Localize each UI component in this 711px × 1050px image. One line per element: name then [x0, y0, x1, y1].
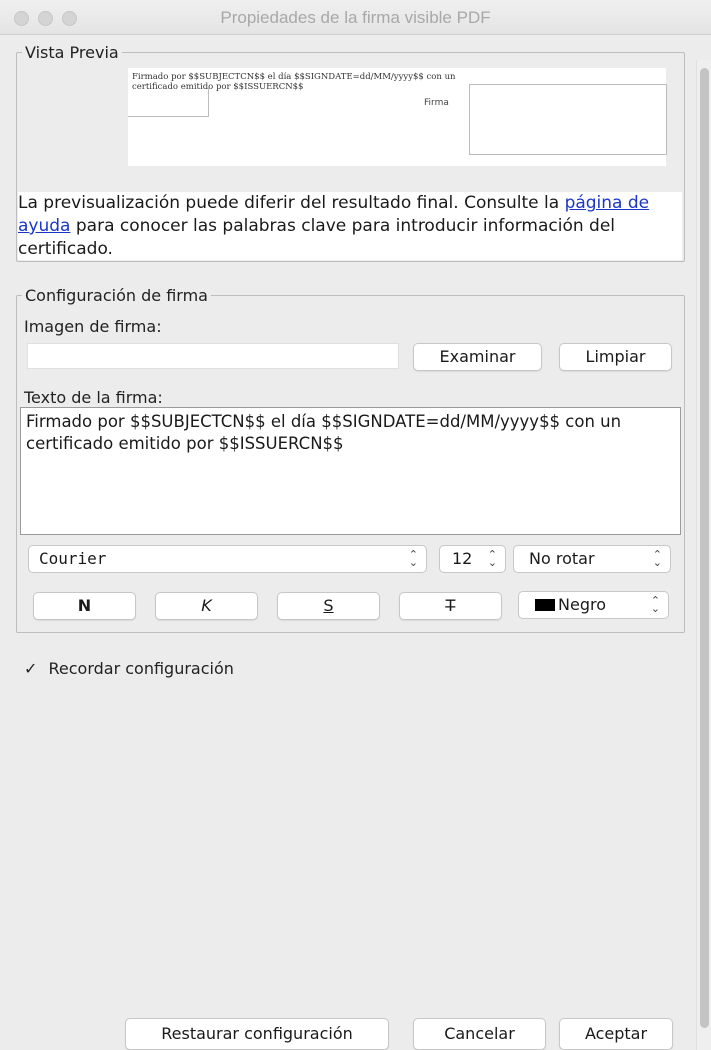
clear-button[interactable]: Limpiar — [559, 343, 672, 371]
bold-button[interactable]: N — [33, 592, 136, 620]
strikethrough-button[interactable]: T̶ — [399, 592, 502, 620]
note-text: La previsualización puede diferir del re… — [18, 193, 565, 213]
config-legend: Configuración de firma — [22, 286, 211, 305]
color-select[interactable]: Negro ⌃ ⌄ — [518, 591, 669, 619]
window-title: Propiedades de la firma visible PDF — [220, 8, 491, 27]
checkmark-icon: ✓ — [24, 659, 38, 678]
font-size-value: 12 — [452, 549, 473, 568]
browse-button[interactable]: Examinar — [413, 343, 542, 371]
font-select-value: Courier — [39, 549, 107, 568]
vertical-scrollbar[interactable] — [696, 60, 711, 1050]
signature-preview: Firmado por $$SUBJECTCN$$ el día $$SIGND… — [128, 68, 667, 166]
scrollbar-thumb[interactable] — [700, 68, 709, 1028]
remember-config-label: Recordar configuración — [48, 659, 234, 678]
preview-line-1: Firmado por $$SUBJECTCN$$ el día $$SIGND… — [132, 72, 456, 82]
updown-chevron-icon: ⌃ ⌄ — [652, 548, 662, 569]
preview-legend: Vista Previa — [22, 43, 122, 62]
title-bar: Propiedades de la firma visible PDF — [0, 0, 711, 35]
color-value: Negro — [558, 595, 606, 614]
underline-button[interactable]: S — [277, 592, 380, 620]
updown-chevron-icon: ⌃ ⌄ — [408, 548, 418, 569]
rotation-select[interactable]: No rotar ⌃ ⌄ — [513, 545, 671, 573]
updown-chevron-icon: ⌃ ⌄ — [650, 594, 660, 615]
preview-note: La previsualización puede diferir del re… — [18, 192, 682, 260]
image-path-input[interactable] — [27, 343, 399, 369]
remember-config-checkbox[interactable]: ✓ Recordar configuración — [24, 659, 234, 678]
note-text-after: para conocer las palabras clave para int… — [18, 216, 616, 259]
restore-config-button[interactable]: Restaurar configuración — [125, 1018, 389, 1050]
rotation-value: No rotar — [529, 549, 595, 568]
accept-button[interactable]: Aceptar — [559, 1018, 673, 1050]
signature-text-area[interactable]: Firmado por $$SUBJECTCN$$ el día $$SIGND… — [20, 407, 681, 535]
color-swatch — [535, 599, 555, 611]
signature-text-label: Texto de la firma: — [24, 388, 163, 407]
preview-signature-label: Firma — [424, 98, 449, 108]
font-select[interactable]: Courier ⌃ ⌄ — [28, 545, 427, 573]
cancel-button[interactable]: Cancelar — [413, 1018, 546, 1050]
font-size-select[interactable]: 12 ⌃ ⌄ — [439, 545, 506, 573]
preview-image-area — [128, 86, 209, 117]
italic-button[interactable]: K — [155, 592, 258, 620]
image-label: Imagen de firma: — [24, 317, 162, 336]
preview-signature-box — [469, 84, 667, 155]
updown-chevron-icon: ⌃ ⌄ — [487, 548, 497, 569]
